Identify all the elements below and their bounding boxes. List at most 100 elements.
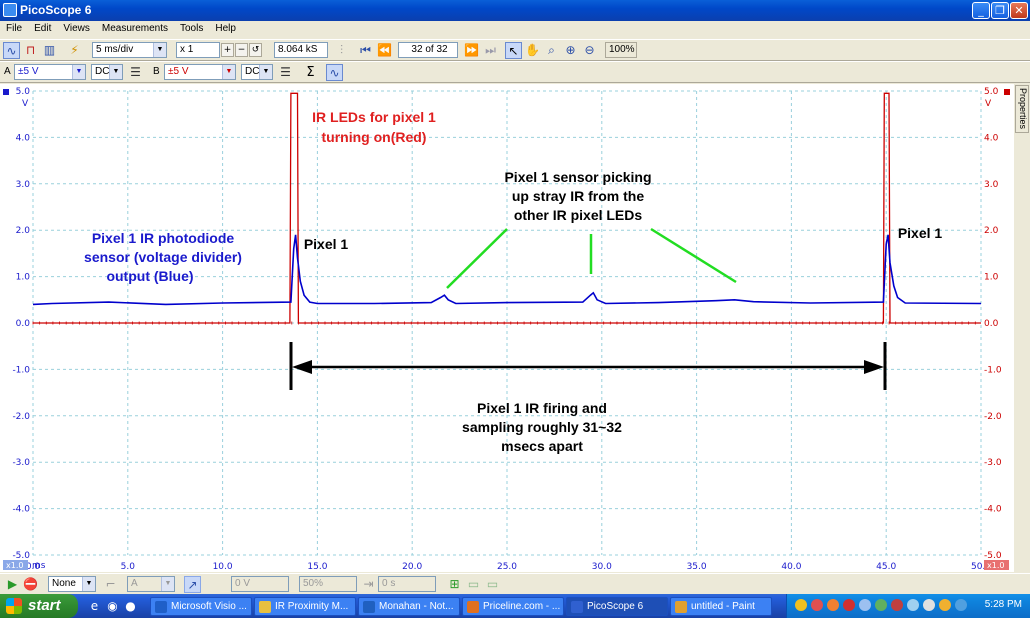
window-title: PicoScope 6 — [20, 3, 92, 17]
taskbar-item[interactable]: Priceline.com - ... — [462, 597, 564, 616]
start-button[interactable]: start — [0, 594, 78, 618]
y-tick-label-right: 5.0 — [984, 87, 999, 97]
spectrum-mode-icon[interactable]: ▥ — [41, 42, 58, 59]
tray-pdf-icon[interactable] — [843, 599, 855, 611]
annotation-pixel1-right: Pixel 1 — [898, 225, 943, 241]
tray-bluetooth-icon[interactable] — [907, 599, 919, 611]
channel-a-coupling-select[interactable]: DC ▼ — [91, 64, 123, 80]
menu-measurements[interactable]: Measurements — [96, 21, 174, 34]
x-scale-badge-right-text: x1.0 — [987, 561, 1004, 570]
menu-tools[interactable]: Tools — [174, 21, 209, 34]
delay-icon[interactable]: ⇥ — [360, 576, 377, 593]
buffer-index-field[interactable]: 32 of 32 — [398, 42, 458, 58]
channel-b-marker-icon — [1004, 89, 1010, 95]
scope-view[interactable]: 5.0 4.0 3.0 2.0 1.0 0.0 -1.0 -2.0 -3.0 -4.0 -5.0 5… — [0, 84, 1030, 572]
run-icon[interactable]: ▶ — [4, 576, 21, 593]
tray-network-icon[interactable] — [859, 599, 871, 611]
main-toolbar: ∿ ⊓ ▥ ⚡ 5 ms/div ▼ x 1 + − ↺ 8.064 kS ⫶ ⏮… — [0, 39, 1030, 61]
quicklaunch-ie-icon[interactable]: e — [86, 598, 103, 615]
zoom-reset-button[interactable]: ↺ — [249, 43, 262, 57]
trigger-delay-field[interactable]: 0 s — [378, 576, 436, 592]
reference-waveform-icon[interactable]: ∿ — [326, 64, 343, 81]
taskbar-item[interactable]: IR Proximity M... — [254, 597, 356, 616]
math-channels-icon[interactable]: Σ — [302, 64, 319, 81]
menu-help[interactable]: Help — [209, 21, 242, 34]
close-button[interactable]: ✕ — [1010, 2, 1028, 19]
taskbar-item[interactable]: Monahan - Not... — [358, 597, 460, 616]
y-tick-label-right: -5.0 — [984, 551, 1002, 561]
title-bar: PicoScope 6 _ ❐ ✕ — [0, 0, 1030, 21]
x-tick-label: 35.0 — [687, 562, 707, 572]
tray-antivirus-icon[interactable] — [811, 599, 823, 611]
persistence-mode-icon[interactable]: ⊓ — [22, 42, 39, 59]
menu-file[interactable]: File — [0, 21, 28, 34]
x-unit: ms — [32, 561, 46, 571]
y-tick-label-left: -3.0 — [12, 458, 30, 468]
tray-shield-icon[interactable] — [795, 599, 807, 611]
sample-count-field[interactable]: 8.064 kS — [274, 42, 328, 58]
tray-volume-icon[interactable] — [923, 599, 935, 611]
hand-tool-icon[interactable]: ✋ — [524, 42, 541, 59]
zoom-in-icon[interactable]: ⊕ — [562, 42, 579, 59]
zoom-plus-button[interactable]: + — [221, 43, 234, 57]
sample-icon[interactable]: ⫶ — [333, 42, 350, 59]
tray-wifi-icon[interactable] — [955, 599, 967, 611]
zoom-out-icon[interactable]: ⊖ — [581, 42, 598, 59]
zoom-area-icon[interactable]: ⌕ — [543, 42, 560, 59]
stop-icon[interactable]: ⛔ — [22, 576, 39, 593]
tray-update-icon[interactable] — [875, 599, 887, 611]
trigger-edge-icon[interactable]: ↗ — [184, 576, 201, 593]
delete-measurement-icon[interactable]: ▭ — [484, 576, 501, 593]
pretrigger-field[interactable]: 50% — [299, 576, 357, 592]
y-tick-label-left: -1.0 — [12, 365, 30, 375]
tray-app-icon[interactable] — [827, 599, 839, 611]
quicklaunch-media-icon[interactable]: ● — [122, 598, 139, 615]
timebase-select[interactable]: 5 ms/div ▼ — [92, 42, 167, 58]
maximize-button[interactable]: ❐ — [991, 2, 1009, 19]
y-tick-label-right: 4.0 — [984, 133, 999, 143]
zoom-minus-button[interactable]: − — [235, 43, 248, 57]
quicklaunch-firefox-icon[interactable]: ◉ — [104, 598, 121, 615]
first-buffer-icon[interactable]: ⏮ — [357, 42, 374, 59]
scope-mode-icon[interactable]: ∿ — [3, 42, 20, 59]
y-unit-left: V — [22, 99, 29, 109]
prev-buffer-icon[interactable]: ⏪ — [376, 42, 393, 59]
channel-b-range-select[interactable]: ±5 V ▼ — [164, 64, 236, 80]
trigger-toolbar: ▶ ⛔ None ▼ ⌐ A ▼ ↗ 0 V 50% ⇥ 0 s ⊞ ▭ ▭ — [0, 573, 1030, 594]
menu-edit[interactable]: Edit — [28, 21, 57, 34]
channel-a-marker-icon — [3, 89, 9, 95]
y-unit-right: V — [985, 99, 992, 109]
taskbar-item[interactable]: PicoScope 6 — [566, 597, 668, 616]
x-tick-label: 20.0 — [402, 562, 422, 572]
annotation-stray-line-3: other IR pixel LEDs — [514, 207, 643, 223]
auto-setup-icon[interactable]: ⚡ — [66, 42, 83, 59]
menu-views[interactable]: Views — [57, 21, 96, 34]
pointer-tool-icon[interactable]: ↖ — [505, 42, 522, 59]
tray-power-icon[interactable] — [939, 599, 951, 611]
y-tick-label-right: 2.0 — [984, 226, 999, 236]
zoom-factor-select[interactable]: x 1 — [176, 42, 220, 58]
channel-b-options-icon[interactable]: ☰ — [277, 64, 294, 81]
zoom-percentage[interactable]: 100% — [605, 42, 637, 58]
trigger-channel-select[interactable]: A ▼ — [127, 576, 175, 592]
minimize-button[interactable]: _ — [972, 2, 990, 19]
taskbar-item[interactable]: Microsoft Visio ... — [150, 597, 252, 616]
properties-tab[interactable]: Properties — [1015, 85, 1029, 133]
chevron-down-icon: ▼ — [259, 65, 272, 79]
annotation-stray-line-2: up stray IR from the — [512, 188, 644, 204]
y-tick-label-right: -2.0 — [984, 412, 1002, 422]
add-measurement-icon[interactable]: ⊞ — [446, 576, 463, 593]
channel-a-options-icon[interactable]: ☰ — [127, 64, 144, 81]
trigger-type-icon[interactable]: ⌐ — [102, 576, 119, 593]
tray-security-icon[interactable] — [891, 599, 903, 611]
channel-a-range-select[interactable]: ±5 V ▼ — [14, 64, 86, 80]
channel-b-coupling-select[interactable]: DC ▼ — [241, 64, 273, 80]
trigger-level-field[interactable]: 0 V — [231, 576, 289, 592]
next-buffer-icon[interactable]: ⏩ — [463, 42, 480, 59]
last-buffer-icon[interactable]: ⏭ — [482, 42, 499, 59]
x-tick-label: 15.0 — [307, 562, 327, 572]
trigger-mode-select[interactable]: None ▼ — [48, 576, 96, 592]
annotation-span-line-1: Pixel 1 IR firing and — [477, 400, 607, 416]
taskbar-item[interactable]: untitled - Paint — [670, 597, 772, 616]
edit-measurement-icon[interactable]: ▭ — [465, 576, 482, 593]
